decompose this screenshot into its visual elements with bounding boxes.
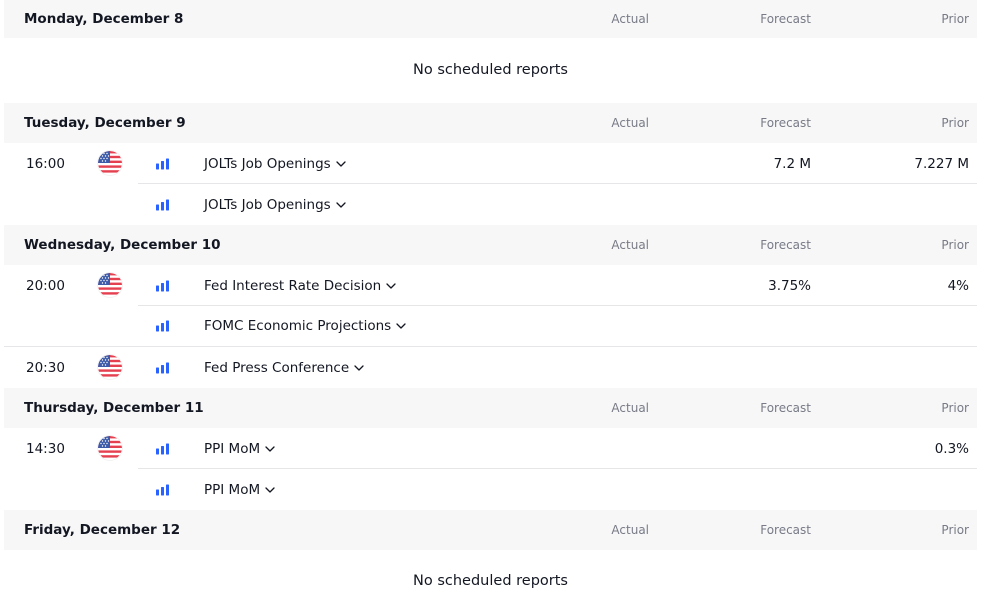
importance-bars-icon [156,484,169,495]
event-row[interactable]: 20:30 Fed Press Conference [4,347,977,388]
event-time: 20:30 [26,359,65,376]
event-name-button[interactable]: JOLTs Job Openings [204,197,346,213]
column-prior-header: Prior [941,116,969,130]
prior-value: 4% [947,277,969,294]
event-name: Fed Interest Rate Decision [204,277,382,294]
chevron-down-icon [354,365,364,371]
no-reports-message: No scheduled reports [413,573,568,589]
chevron-down-icon [336,161,346,167]
importance-bars-icon [156,443,169,454]
column-forecast-header: Forecast [760,12,811,26]
day-header-friday: Friday, December 12 Actual Forecast Prio… [4,510,977,550]
importance-bars-icon [156,158,169,169]
us-flag-icon [98,273,122,297]
column-forecast-header: Forecast [760,401,811,415]
event-row[interactable]: 16:00 JOLTs Job Openings 7.2 M 7.227 M [4,143,977,184]
event-time: 16:00 [26,155,65,172]
day-header-wednesday: Wednesday, December 10 Actual Forecast P… [4,225,977,265]
chevron-down-icon [396,323,406,329]
day-header-monday: Monday, December 8 Actual Forecast Prior [4,0,977,38]
event-name-button[interactable]: Fed Interest Rate Decision [204,278,396,294]
importance-bars-icon [156,199,169,210]
column-forecast-header: Forecast [760,523,811,537]
day-header-tuesday: Tuesday, December 9 Actual Forecast Prio… [4,103,977,143]
event-name: PPI MoM [204,481,261,498]
chevron-down-icon [265,487,275,493]
event-name-button[interactable]: PPI MoM [204,482,275,498]
us-flag-icon [98,436,122,460]
event-row[interactable]: 14:30 PPI MoM 0.3% [4,428,977,469]
day-title: Friday, December 12 [24,522,181,538]
event-name: JOLTs Job Openings [204,155,331,172]
chevron-down-icon [386,283,396,289]
us-flag-icon [98,355,122,379]
event-time: 20:00 [26,277,65,294]
column-actual-header: Actual [611,401,649,415]
chevron-down-icon [336,202,346,208]
chevron-down-icon [265,446,275,452]
us-flag-icon [98,151,122,175]
column-forecast-header: Forecast [760,238,811,252]
event-row[interactable]: JOLTs Job Openings [4,184,977,225]
event-name-button[interactable]: Fed Press Conference [204,360,364,376]
column-prior-header: Prior [941,238,969,252]
column-prior-header: Prior [941,523,969,537]
column-actual-header: Actual [611,238,649,252]
importance-bars-icon [156,321,169,332]
no-reports-message: No scheduled reports [413,62,568,78]
day-title: Monday, December 8 [24,11,184,27]
column-actual-header: Actual [611,116,649,130]
event-name-button[interactable]: PPI MoM [204,441,275,457]
prior-value: 7.227 M [914,155,969,172]
event-name-button[interactable]: JOLTs Job Openings [204,156,346,172]
event-row[interactable]: FOMC Economic Projections [4,306,977,347]
event-name: PPI MoM [204,440,261,457]
day-header-thursday: Thursday, December 11 Actual Forecast Pr… [4,388,977,428]
day-title: Wednesday, December 10 [24,237,221,253]
column-actual-header: Actual [611,12,649,26]
column-forecast-header: Forecast [760,116,811,130]
event-name: Fed Press Conference [204,359,350,376]
event-time: 14:30 [26,440,65,457]
event-name: FOMC Economic Projections [204,318,392,334]
prior-value: 0.3% [934,440,969,457]
day-title: Tuesday, December 9 [24,115,186,131]
day-title: Thursday, December 11 [24,400,204,416]
event-name-button[interactable]: FOMC Economic Projections [204,318,406,334]
forecast-value: 7.2 M [773,155,811,172]
column-prior-header: Prior [941,401,969,415]
column-actual-header: Actual [611,523,649,537]
column-prior-header: Prior [941,12,969,26]
importance-bars-icon [156,362,169,373]
event-name: JOLTs Job Openings [204,196,331,213]
event-row[interactable]: 20:00 Fed Interest Rate Decision 3.75% 4… [4,265,977,306]
forecast-value: 3.75% [768,277,811,294]
importance-bars-icon [156,280,169,291]
event-row[interactable]: PPI MoM [4,469,977,510]
economic-calendar: Monday, December 8 Actual Forecast Prior… [0,0,1001,615]
